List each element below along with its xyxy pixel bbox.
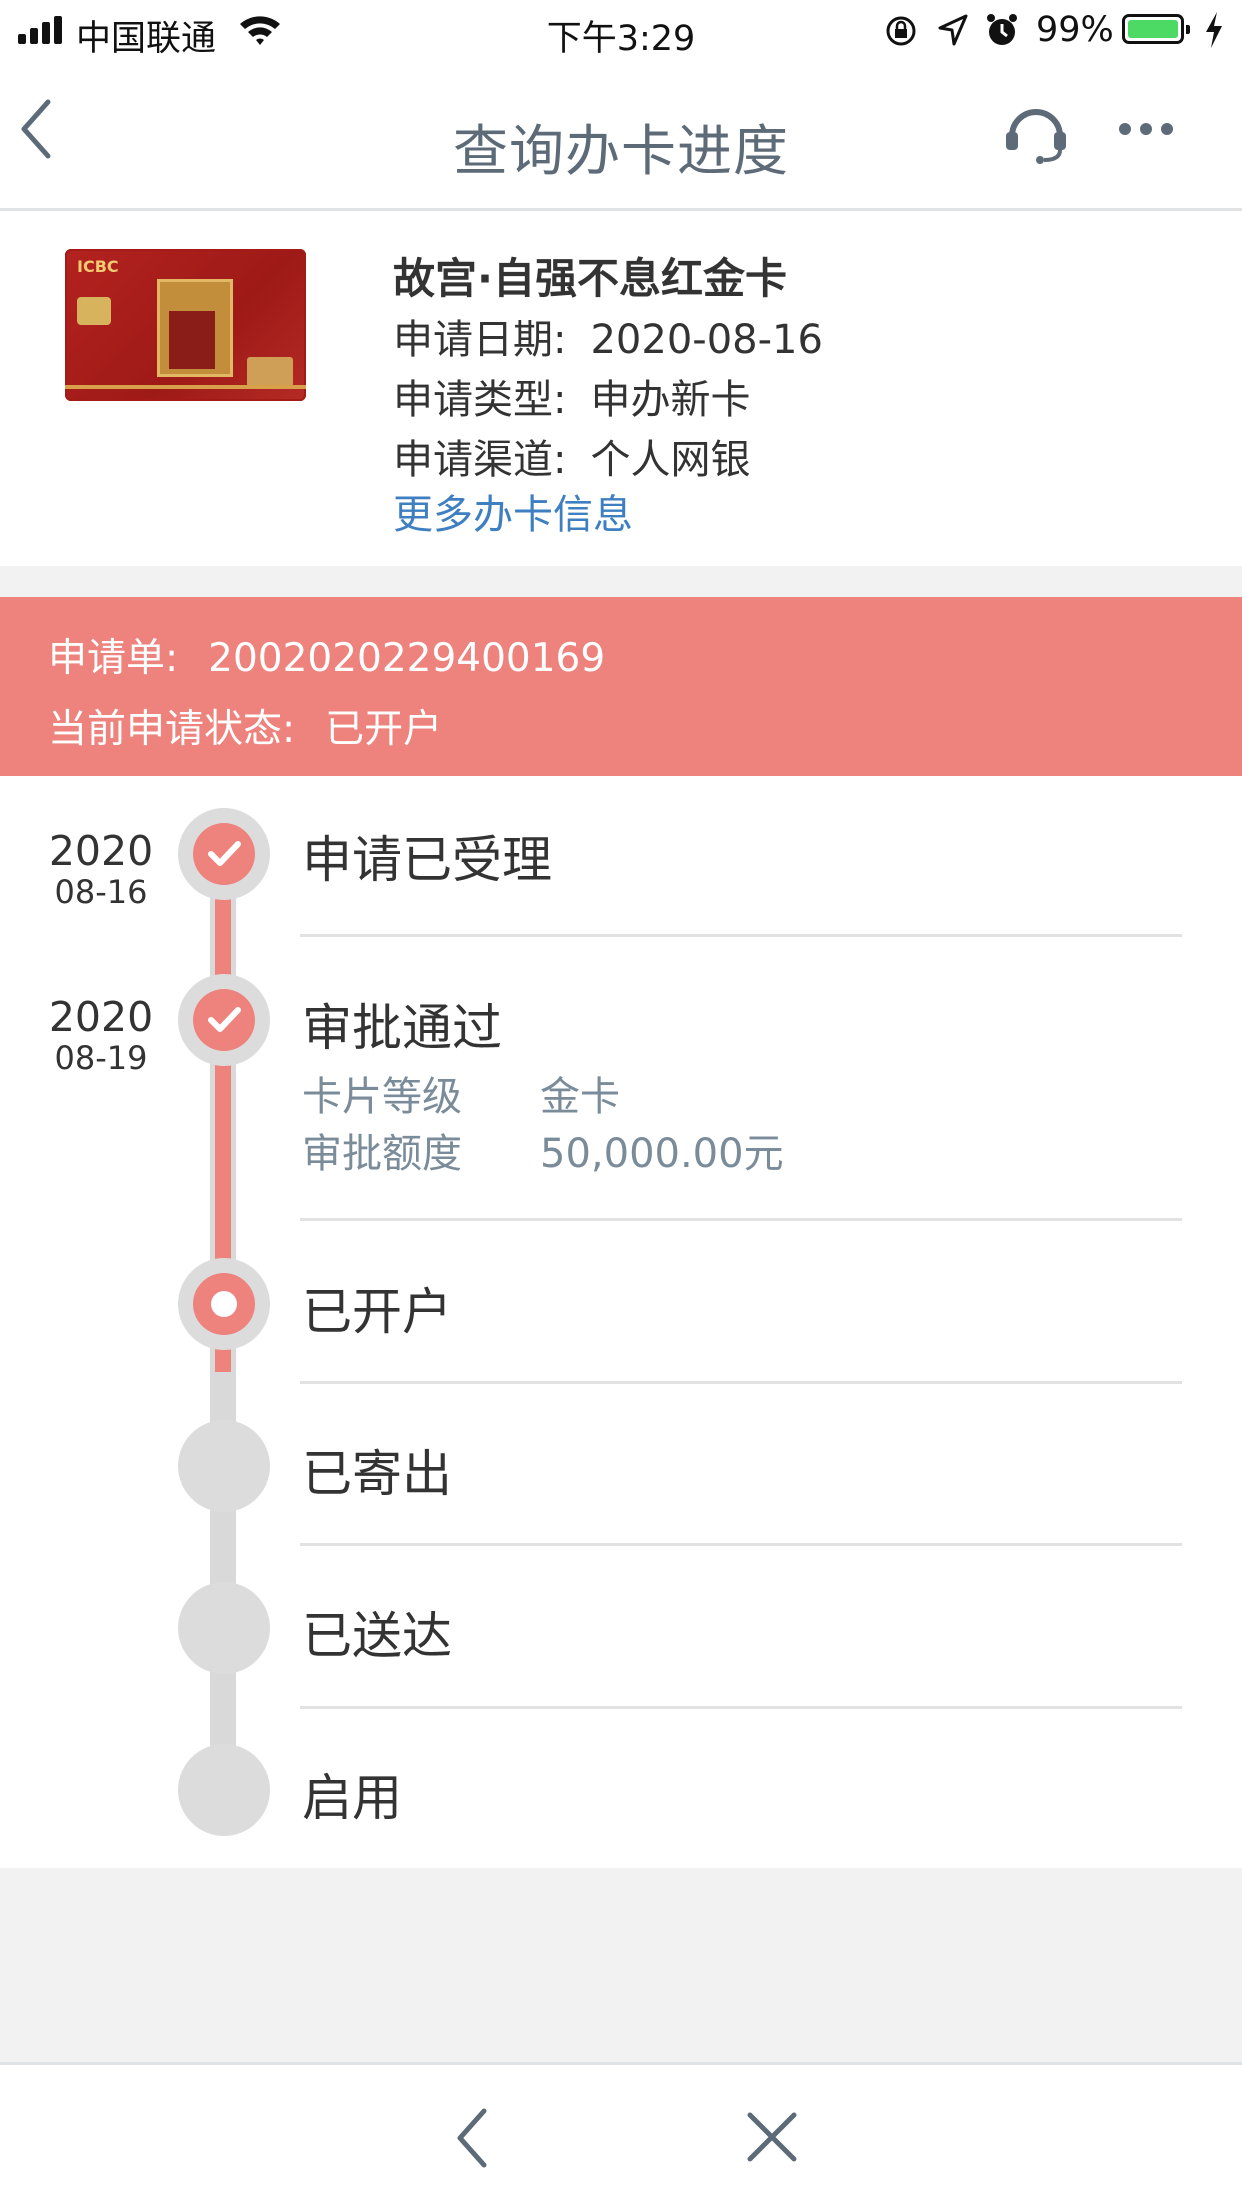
apply-type-row: 申请类型: 申办新卡 xyxy=(393,367,750,425)
step-title: 已寄出 xyxy=(302,1445,452,1503)
apply-date-value: 2020-08-16 xyxy=(590,317,823,363)
step-title: 申请已受理 xyxy=(302,831,552,889)
divider xyxy=(300,1543,1182,1546)
apply-type-label: 申请类型: xyxy=(393,377,567,423)
card-image: ICBC xyxy=(65,249,306,401)
application-number: 2002020229400169 xyxy=(208,636,606,681)
more-icon[interactable] xyxy=(1118,122,1174,136)
application-status-banner: 申请单: 2002020229400169 当前申请状态: 已开户 xyxy=(0,597,1242,776)
back-chevron-icon[interactable] xyxy=(452,2107,492,2169)
current-dot-icon xyxy=(211,1291,237,1317)
more-card-info-link[interactable]: 更多办卡信息 xyxy=(393,482,633,540)
step-title: 启用 xyxy=(302,1769,402,1827)
step-year: 2020 xyxy=(48,993,154,1041)
bottom-toolbar xyxy=(0,2062,1242,2211)
bank-logo: ICBC xyxy=(77,257,119,276)
apply-channel-label: 申请渠道: xyxy=(393,437,567,483)
apply-type-value: 申办新卡 xyxy=(590,377,751,423)
step-node-current xyxy=(178,1258,270,1350)
location-icon xyxy=(938,14,968,46)
step-title: 已开户 xyxy=(302,1283,452,1341)
step-title: 已送达 xyxy=(302,1607,452,1665)
application-status-label: 当前申请状态: xyxy=(48,707,296,752)
step-date: 2020 08-19 xyxy=(48,994,154,1076)
step-date: 2020 08-16 xyxy=(48,828,154,910)
application-status: 已开户 xyxy=(325,707,443,752)
divider xyxy=(300,934,1182,937)
step-month-day: 08-19 xyxy=(54,1039,148,1077)
step-node-pending xyxy=(178,1744,270,1836)
apply-channel-row: 申请渠道: 个人网银 xyxy=(393,427,750,485)
step-month-day: 08-16 xyxy=(54,873,148,911)
close-icon[interactable] xyxy=(746,2111,798,2163)
step-node-done xyxy=(178,808,270,900)
step-node-pending xyxy=(178,1582,270,1674)
nav-bar: 查询办卡进度 xyxy=(0,62,1242,211)
card-level-row: 卡片等级 金卡 xyxy=(302,1064,620,1122)
card-name: 故宫·自强不息红金卡 xyxy=(393,254,787,303)
apply-date-label: 申请日期: xyxy=(393,317,567,363)
apply-date-row: 申请日期: 2020-08-16 xyxy=(393,307,823,365)
credit-limit-value: 50,000.00元 xyxy=(540,1131,784,1177)
progress-timeline: 2020 08-16 申请已受理 2020 08-19 审批通过 卡片等级 金卡… xyxy=(0,776,1242,1868)
check-icon xyxy=(208,841,241,866)
status-bar: 中国联通 下午3:29 99% xyxy=(0,0,1242,62)
divider xyxy=(300,1218,1182,1221)
credit-limit-label: 审批额度 xyxy=(302,1131,462,1177)
battery-percent: 99% xyxy=(1036,10,1114,50)
divider xyxy=(300,1381,1182,1384)
alarm-icon xyxy=(987,14,1017,45)
step-node-done xyxy=(178,974,270,1066)
card-info-section: ICBC 故宫·自强不息红金卡 申请日期: 2020-08-16 申请类型: 申办新… xyxy=(0,211,1242,566)
application-number-row: 申请单: 2002020229400169 xyxy=(48,627,605,683)
charging-icon xyxy=(1206,12,1222,48)
divider xyxy=(300,1706,1182,1709)
apply-channel-value: 个人网银 xyxy=(590,437,751,483)
step-title: 审批通过 xyxy=(302,999,502,1057)
application-number-label: 申请单: xyxy=(48,636,179,681)
headset-icon[interactable] xyxy=(1004,102,1068,164)
battery-icon xyxy=(1122,14,1190,44)
check-icon xyxy=(208,1007,241,1032)
step-node-pending xyxy=(178,1420,270,1512)
card-level-label: 卡片等级 xyxy=(302,1074,462,1120)
rotation-lock-icon xyxy=(886,16,916,46)
step-year: 2020 xyxy=(48,827,154,875)
application-status-row: 当前申请状态: 已开户 xyxy=(48,698,442,754)
card-level-value: 金卡 xyxy=(540,1074,620,1120)
credit-limit-row: 审批额度 50,000.00元 xyxy=(302,1121,784,1179)
